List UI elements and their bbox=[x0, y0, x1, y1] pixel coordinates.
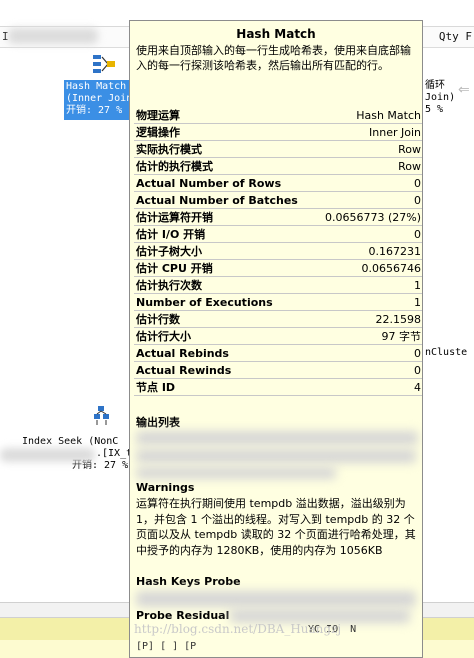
property-key: 估计的执行模式 bbox=[134, 157, 315, 175]
redacted-output-1 bbox=[136, 431, 418, 445]
property-key: 估计行大小 bbox=[134, 327, 315, 345]
property-key: 估计 CPU 开销 bbox=[134, 259, 315, 277]
property-row: Actual Rebinds 0 bbox=[134, 344, 422, 362]
property-value: 0.167231 bbox=[314, 242, 422, 260]
operator-tooltip: Hash Match 使用来自顶部输入的每一行生成哈希表，使用来自底部输入的每一… bbox=[129, 20, 423, 658]
right-node-sub: Join) bbox=[425, 92, 456, 103]
index-seek-node-name: Index Seek (NonC bbox=[22, 436, 119, 447]
property-value: 4 bbox=[314, 378, 422, 396]
tooltip-title: Hash Match bbox=[236, 27, 316, 41]
property-value: 97 字节 bbox=[314, 327, 422, 345]
property-row: 估计的执行模式 Row bbox=[134, 157, 422, 175]
redacted-probe-residual bbox=[230, 609, 410, 623]
redacted-header-text bbox=[8, 28, 98, 44]
property-row: 估计行大小 97 字节 bbox=[134, 327, 422, 345]
noncluster-node-fragment[interactable]: nCluste bbox=[425, 347, 467, 359]
property-row: 节点 ID 4 bbox=[134, 378, 422, 396]
property-key: 实际执行模式 bbox=[134, 140, 315, 158]
hash-match-icon[interactable] bbox=[91, 52, 117, 76]
redacted-output-3 bbox=[136, 467, 336, 479]
hash-keys-probe-label: Hash Keys Probe bbox=[136, 575, 241, 588]
property-row: 估计运算符开销 0.0656773 (27%) bbox=[134, 208, 422, 226]
hash-match-node-name: Hash Match bbox=[66, 81, 127, 92]
property-value: 0 bbox=[314, 361, 422, 379]
property-value: 0 bbox=[314, 174, 422, 192]
property-row: 实际执行模式 Row bbox=[134, 140, 422, 158]
hash-match-node[interactable]: Hash Match (Inner Join) 开销: 27 % bbox=[64, 80, 138, 120]
properties-table: 物理运算 Hash Match 逻辑操作 Inner Join 实际执行模式 Row 估计的… bbox=[134, 107, 422, 396]
warnings-text: 运算符在执行期间使用 tempdb 溢出数据，溢出级别为 1，并包含 1 个溢出… bbox=[136, 497, 416, 557]
property-key: 节点 ID bbox=[134, 378, 315, 396]
property-value: 0.0656746 bbox=[314, 259, 422, 277]
property-key: Actual Number of Rows bbox=[134, 174, 315, 192]
property-value: 1 bbox=[314, 293, 422, 311]
probe-residual-fragment-2: [P] [ ] [P bbox=[136, 641, 197, 652]
right-node-name: 循环 bbox=[425, 80, 445, 91]
property-row: Actual Number of Rows 0 bbox=[134, 174, 422, 192]
probe-residual-label: Probe Residual bbox=[136, 609, 230, 622]
property-key: 物理运算 bbox=[134, 107, 315, 124]
plan-header-right: Qty F bbox=[438, 30, 472, 43]
property-key: Actual Number of Batches bbox=[134, 191, 315, 209]
property-row: 估计 CPU 开销 0.0656746 bbox=[134, 259, 422, 277]
property-key: Actual Rewinds bbox=[134, 361, 315, 379]
property-key: Actual Rebinds bbox=[134, 344, 315, 362]
redacted-output-2 bbox=[136, 449, 416, 463]
property-row: Actual Rewinds 0 bbox=[134, 361, 422, 379]
hash-match-node-cost: 开销: 27 % bbox=[66, 105, 123, 116]
property-value: 0 bbox=[314, 344, 422, 362]
property-value: 1 bbox=[314, 276, 422, 294]
property-value: Row bbox=[314, 157, 422, 175]
redacted-hash-keys bbox=[136, 591, 416, 607]
property-value: 22.1598 bbox=[314, 310, 422, 328]
flow-arrow-icon: ⇐ bbox=[458, 82, 470, 98]
property-row: Actual Number of Batches 0 bbox=[134, 191, 422, 209]
property-value: 0 bbox=[314, 191, 422, 209]
output-list-label: 输出列表 bbox=[136, 416, 180, 429]
property-key: 估计运算符开销 bbox=[134, 208, 315, 226]
property-row: 逻辑操作 Inner Join bbox=[134, 123, 422, 141]
property-key: 估计 I/O 开销 bbox=[134, 225, 315, 243]
watermark-text: http://blog.csdn.net/DBA_Huangzj bbox=[134, 622, 342, 636]
hash-match-node-sub: (Inner Join) bbox=[66, 93, 139, 104]
property-key: 估计行数 bbox=[134, 310, 315, 328]
property-value: Row bbox=[314, 140, 422, 158]
property-key: 估计执行次数 bbox=[134, 276, 315, 294]
index-seek-icon[interactable] bbox=[93, 404, 115, 428]
property-row: 物理运算 Hash Match bbox=[134, 107, 422, 124]
property-row: 估计执行次数 1 bbox=[134, 276, 422, 294]
property-value: Inner Join bbox=[314, 123, 422, 141]
property-value: 0 bbox=[314, 225, 422, 243]
property-value: Hash Match bbox=[314, 107, 422, 124]
property-value: 0.0656773 (27%) bbox=[314, 208, 422, 226]
property-row: 估计行数 22.1598 bbox=[134, 310, 422, 328]
warnings-label: Warnings bbox=[136, 481, 195, 494]
property-key: 估计子树大小 bbox=[134, 242, 315, 260]
redacted-node-text bbox=[0, 448, 95, 462]
property-key: Number of Executions bbox=[134, 293, 315, 311]
property-key: 逻辑操作 bbox=[134, 123, 315, 141]
nested-loops-node-fragment[interactable]: 循环 Join) 5 % bbox=[425, 80, 455, 116]
property-row: Number of Executions 1 bbox=[134, 293, 422, 311]
property-row: 估计子树大小 0.167231 bbox=[134, 242, 422, 260]
right-node-cost: 5 % bbox=[425, 104, 444, 115]
tooltip-description: 使用来自顶部输入的每一行生成哈希表，使用来自底部输入的每一行探测该哈希表，然后输… bbox=[136, 44, 411, 72]
property-row: 估计 I/O 开销 0 bbox=[134, 225, 422, 243]
